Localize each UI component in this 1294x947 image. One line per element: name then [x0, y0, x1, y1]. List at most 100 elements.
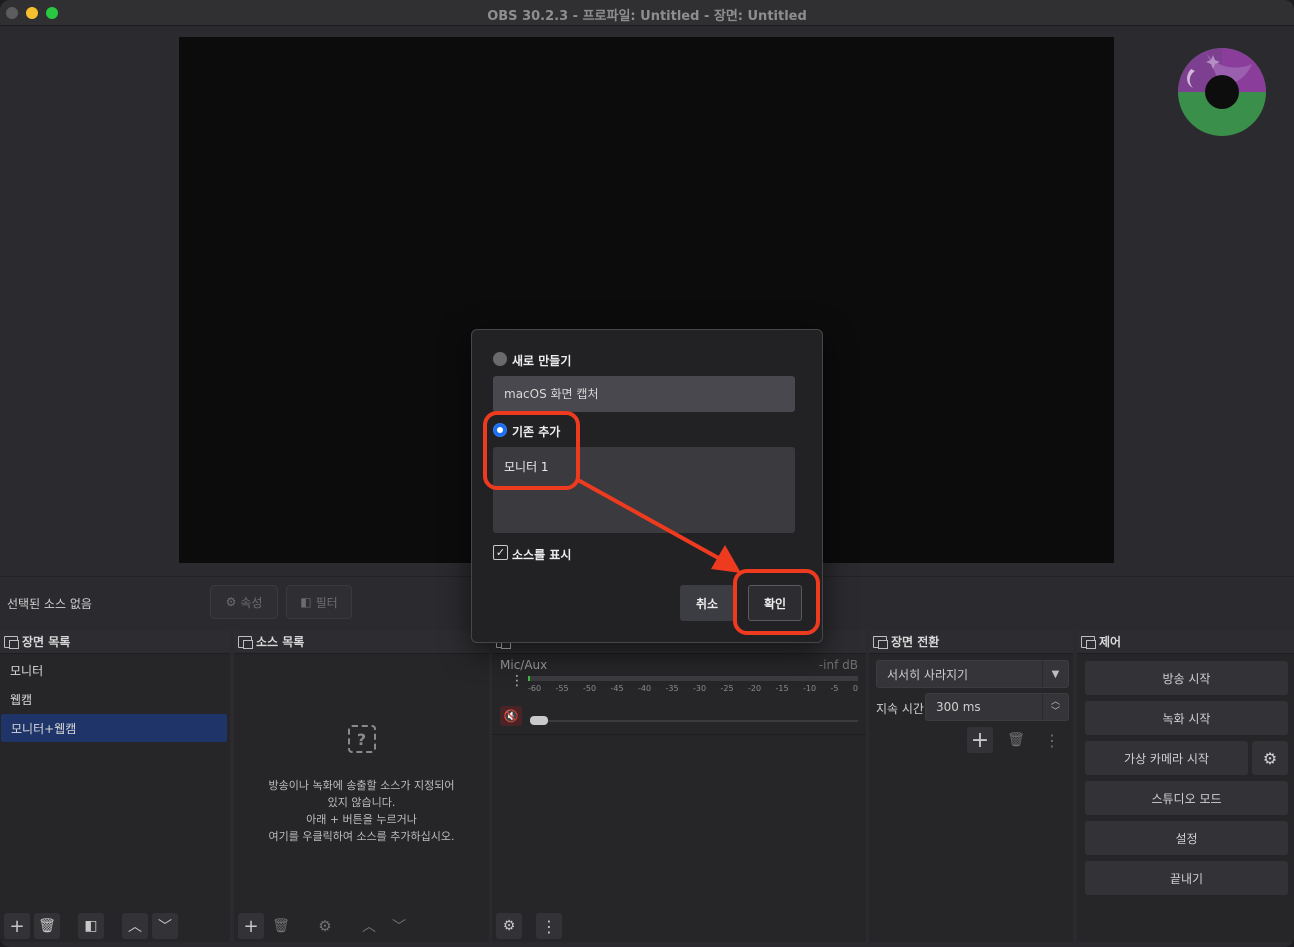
dock-float-icon[interactable] — [873, 635, 888, 649]
mute-button[interactable]: 🔇 — [500, 706, 522, 726]
mixer-menu-button[interactable]: ⋮ — [536, 913, 562, 939]
sources-dock: 소스 목록 ? 방송이나 녹화에 송출할 소스가 지정되어 있지 않습니다. 아… — [234, 630, 489, 942]
scene-item-monitor-webcam[interactable]: 모니터+웹캠 — [1, 714, 227, 742]
tick-label: 0 — [852, 684, 858, 693]
trash-icon: 🗑 — [38, 918, 56, 934]
exit-button[interactable]: 끝내기 — [1085, 861, 1288, 895]
remove-transition-button[interactable]: 🗑 — [1003, 727, 1029, 753]
tick-label: -30 — [693, 684, 707, 693]
dock-float-icon[interactable] — [238, 635, 253, 649]
scene-label: 웹캠 — [10, 692, 33, 707]
move-scene-down-button[interactable]: ﹀ — [152, 913, 178, 939]
add-transition-button[interactable]: + — [967, 727, 993, 753]
controls-title: 제어 — [1099, 635, 1122, 649]
duration-spinbox[interactable]: 300 ms ︿ ﹀ — [925, 693, 1069, 721]
checkmark-icon: ✓ — [495, 546, 506, 559]
move-scene-up-button[interactable]: ︿ — [122, 913, 148, 939]
scene-filters-button[interactable]: ◧ — [78, 913, 104, 939]
remove-source-button[interactable]: 🗑 — [268, 913, 294, 939]
tick-label: -20 — [748, 684, 762, 693]
meter-ticks: -60 -55 -50 -45 -40 -35 -30 -25 -20 -15 … — [528, 684, 858, 693]
plus-icon: + — [970, 727, 990, 753]
speaker-muted-icon: 🔇 — [503, 709, 519, 723]
start-streaming-button[interactable]: 방송 시작 — [1085, 661, 1288, 695]
button-label: 스튜디오 모드 — [1151, 791, 1222, 806]
scene-label: 모니터 — [10, 663, 44, 678]
dock-float-icon[interactable] — [4, 635, 19, 649]
obs-window: OBS 30.2.3 - 프로파일: Untitled - 장면: Untitl… — [0, 0, 1294, 947]
ok-button[interactable]: 확인 — [748, 585, 802, 621]
volume-slider-track[interactable] — [530, 720, 858, 722]
show-source-checkbox[interactable]: ✓ — [493, 545, 508, 560]
no-source-label: 선택된 소스 없음 — [7, 597, 92, 611]
tick-label: -60 — [528, 684, 542, 693]
chevron-up-icon: ︿ — [128, 919, 142, 935]
transitions-header[interactable]: 장면 전환 — [869, 630, 1073, 654]
kebab-menu-icon: ⋮ — [1044, 730, 1060, 750]
virtual-camera-settings-button[interactable]: ⚙ — [1252, 741, 1288, 775]
sources-empty-state[interactable]: ? 방송이나 녹화에 송출할 소스가 지정되어 있지 않습니다. 아래 + 버튼… — [234, 725, 489, 845]
tick-label: -40 — [638, 684, 652, 693]
kebab-menu-icon[interactable]: ⋮ — [510, 674, 524, 688]
existing-sources-list[interactable]: 모니터 1 — [493, 447, 795, 533]
question-mark-icon: ? — [347, 725, 376, 753]
chevron-down-icon: ﹀ — [392, 919, 406, 935]
scenes-title: 장면 목록 — [22, 635, 71, 649]
kebab-menu-icon: ⋮ — [541, 916, 557, 936]
settings-button[interactable]: 설정 — [1085, 821, 1288, 855]
volume-slider-handle[interactable] — [530, 716, 548, 725]
empty-line: 방송이나 녹화에 송출할 소스가 지정되어 — [268, 779, 455, 792]
sources-header[interactable]: 소스 목록 — [234, 630, 489, 654]
new-source-name-input[interactable]: macOS 화면 캡처 — [493, 376, 795, 412]
scene-item-webcam[interactable]: 웹캠 — [0, 685, 228, 713]
empty-line: 아래 + 버튼을 누르거나 — [306, 813, 417, 826]
filters-button[interactable]: ◧ 필터 — [286, 585, 352, 619]
empty-line: 여기를 우클릭하여 소스를 추가하십시오. — [268, 830, 455, 843]
controls-dock: 제어 방송 시작 녹화 시작 가상 카메라 시작 ⚙ 스튜디오 모드 설정 끝내… — [1077, 630, 1294, 942]
tick-label: -35 — [665, 684, 679, 693]
create-new-radio[interactable] — [493, 352, 507, 366]
mixer-footer: ⚙ ⋮ — [492, 910, 866, 942]
filter-icon: ◧ — [84, 918, 98, 934]
start-recording-button[interactable]: 녹화 시작 — [1085, 701, 1288, 735]
add-scene-button[interactable]: + — [4, 913, 30, 939]
gear-icon: ⚙ — [502, 918, 516, 934]
scenes-header[interactable]: 장면 목록 — [0, 630, 230, 654]
dock-float-icon[interactable] — [1081, 635, 1096, 649]
spin-arrows-icon[interactable]: ︿ ﹀ — [1042, 694, 1068, 720]
trash-icon: 🗑 — [1007, 732, 1025, 748]
gear-icon: ⚙ — [318, 917, 332, 935]
volume-meter: -60 -55 -50 -45 -40 -35 -30 -25 -20 -15 … — [528, 676, 858, 696]
scene-label: 모니터+웹캠 — [11, 721, 77, 736]
button-label: 가상 카메라 시작 — [1124, 751, 1209, 766]
transition-select[interactable]: 서서히 사라지기 ▼ — [876, 660, 1069, 688]
list-item[interactable]: 모니터 1 — [504, 458, 795, 475]
add-existing-radio[interactable] — [493, 423, 507, 437]
tick-label: -25 — [720, 684, 734, 693]
scene-item-monitor[interactable]: 모니터 — [0, 656, 228, 684]
divider — [492, 734, 866, 735]
duration-value: 300 ms — [936, 700, 981, 714]
button-label: 확인 — [763, 596, 787, 611]
controls-header[interactable]: 제어 — [1077, 630, 1294, 654]
new-source-name-value: macOS 화면 캡처 — [504, 387, 599, 401]
source-properties-button[interactable]: ⚙ — [312, 913, 338, 939]
button-label: 녹화 시작 — [1162, 711, 1211, 726]
meter-level — [528, 676, 530, 681]
properties-button[interactable]: ⚙ 속성 — [210, 585, 278, 619]
add-existing-label: 기존 추가 — [512, 425, 561, 439]
move-source-up-button[interactable]: ︿ — [356, 913, 382, 939]
show-source-label: 소스를 표시 — [512, 548, 572, 562]
mixer-level-text: -inf dB — [818, 658, 858, 672]
advanced-audio-button[interactable]: ⚙ — [496, 913, 522, 939]
cancel-button[interactable]: 취소 — [680, 585, 734, 621]
transition-menu-button[interactable]: ⋮ — [1039, 727, 1065, 753]
plus-icon: + — [243, 915, 259, 937]
remove-scene-button[interactable]: 🗑 — [34, 913, 60, 939]
gear-icon: ⚙ — [1262, 748, 1278, 768]
move-source-down-button[interactable]: ﹀ — [386, 913, 412, 939]
tick-label: -55 — [555, 684, 569, 693]
add-source-button[interactable]: + — [238, 913, 264, 939]
start-virtual-camera-button[interactable]: 가상 카메라 시작 — [1085, 741, 1248, 775]
studio-mode-button[interactable]: 스튜디오 모드 — [1085, 781, 1288, 815]
